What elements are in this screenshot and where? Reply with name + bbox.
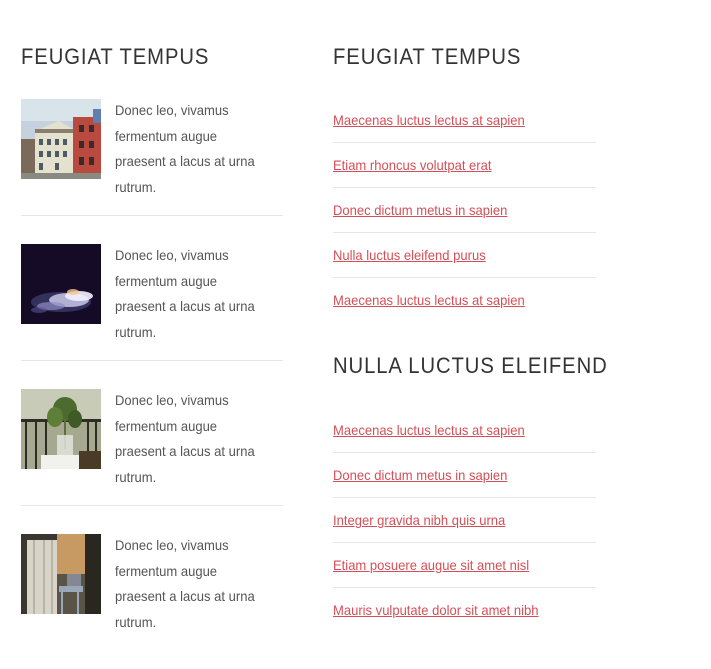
right-heading-2: NULLA LUCTUS ELEIFEND [333,353,608,378]
list-item: Mauris vulputate dolor sit amet nibh [333,588,596,632]
link-item[interactable]: Maecenas luctus lectus at sapien [333,98,525,142]
link-item[interactable]: Etiam rhoncus volutpat erat [333,143,491,187]
post-thumbnail[interactable] [21,534,101,614]
link-item[interactable]: Mauris vulputate dolor sit amet nibh [333,588,539,632]
right-heading-1: FEUGIAT TEMPUS [333,44,522,69]
post-item: Donec leo, vivamus fermentum augue praes… [21,99,283,216]
post-excerpt: Donec leo, vivamus fermentum augue praes… [115,537,255,630]
link-item[interactable]: Maecenas luctus lectus at sapien [333,278,525,322]
list-item: Integer gravida nibh quis urna [333,498,596,543]
list-item: Maecenas luctus lectus at sapien [333,98,596,143]
post-thumbnail[interactable] [21,244,101,324]
list-item: Donec dictum metus in sapien [333,453,596,498]
post-excerpt: Donec leo, vivamus fermentum augue praes… [115,392,255,485]
post-list: Donec leo, vivamus fermentum augue praes… [21,99,283,650]
link-item[interactable]: Nulla luctus eleifend purus [333,233,486,277]
left-column: FEUGIAT TEMPUS Donec leo, vivamus fermen… [21,40,283,630]
link-list-1: Maecenas luctus lectus at sapien Etiam r… [333,98,596,322]
post-item: Donec leo, vivamus fermentum augue praes… [21,244,283,361]
link-item[interactable]: Etiam posuere augue sit amet nisl [333,543,529,587]
list-item: Nulla luctus eleifend purus [333,233,596,278]
link-item[interactable]: Maecenas luctus lectus at sapien [333,408,525,452]
list-item: Maecenas luctus lectus at sapien [333,408,596,453]
window-chair-photo-icon [21,534,101,614]
post-excerpt: Donec leo, vivamus fermentum augue praes… [115,102,255,195]
list-item: Maecenas luctus lectus at sapien [333,278,596,322]
post-thumbnail[interactable] [21,389,101,469]
building-photo-icon [21,99,101,179]
right-section-2: NULLA LUCTUS ELEIFEND Maecenas luctus le… [333,349,608,632]
link-item[interactable]: Donec dictum metus in sapien [333,188,507,232]
post-item: Donec leo, vivamus fermentum augue praes… [21,534,283,650]
post-thumbnail[interactable] [21,99,101,179]
post-excerpt: Donec leo, vivamus fermentum augue praes… [115,247,255,340]
link-list-2: Maecenas luctus lectus at sapien Donec d… [333,408,596,632]
link-item[interactable]: Integer gravida nibh quis urna [333,498,505,542]
right-column: FEUGIAT TEMPUS Maecenas luctus lectus at… [333,40,607,618]
list-item: Donec dictum metus in sapien [333,188,596,233]
list-item: Etiam rhoncus volutpat erat [333,143,596,188]
post-item: Donec leo, vivamus fermentum augue praes… [21,389,283,506]
plant-vase-photo-icon [21,389,101,469]
link-item[interactable]: Donec dictum metus in sapien [333,453,507,497]
smoke-photo-icon [21,244,101,324]
list-item: Etiam posuere augue sit amet nisl [333,543,596,588]
left-heading: FEUGIAT TEMPUS [21,44,210,69]
